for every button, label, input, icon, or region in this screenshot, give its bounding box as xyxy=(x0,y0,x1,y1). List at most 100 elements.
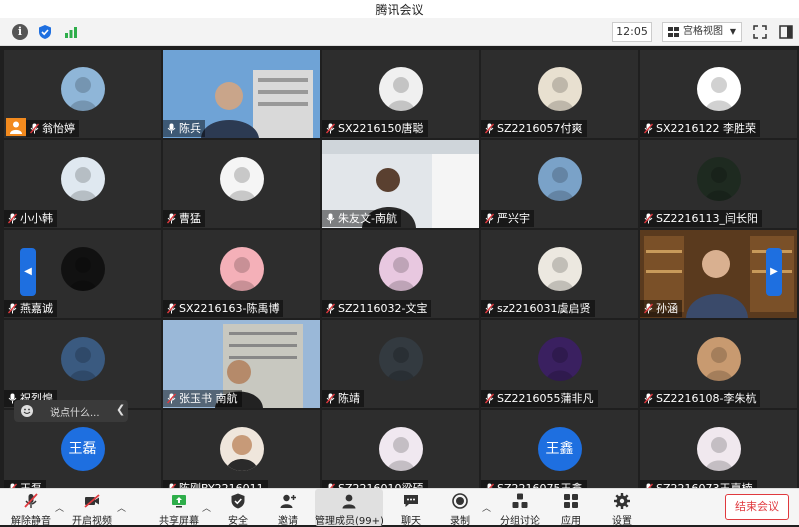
participant-avatar xyxy=(219,247,264,291)
participant-avatar xyxy=(696,157,741,201)
participant-avatar xyxy=(537,247,582,291)
participant-name: 陈兵 xyxy=(179,122,201,135)
mic-muted-icon xyxy=(485,123,494,134)
participant-avatar xyxy=(537,67,582,111)
breakout-rooms-button[interactable]: 分组讨论 xyxy=(498,489,542,527)
participant-tile[interactable]: SZ2216113_闫长阳 xyxy=(640,140,797,228)
members-icon xyxy=(342,494,356,509)
chevron-up-icon[interactable]: ︿ xyxy=(55,501,64,514)
invite-button[interactable]: 邀请 xyxy=(272,489,304,527)
participant-name-bar: SZ2216108-李朱杭 xyxy=(640,390,761,407)
participant-tile[interactable]: SZ2216010梁硕 xyxy=(322,410,479,498)
prev-page-button[interactable]: ◀ xyxy=(20,248,36,296)
mic-muted-icon xyxy=(167,393,176,404)
settings-button[interactable]: 设置 xyxy=(606,489,638,527)
unmute-button[interactable]: 解除静音 xyxy=(8,489,54,527)
chevron-down-icon: ▼ xyxy=(729,27,736,36)
participant-name: SZ2216108-李朱杭 xyxy=(656,392,757,405)
participant-name-bar: SZ2216057付爽 xyxy=(481,120,587,137)
participant-avatar xyxy=(696,67,741,111)
mic-muted-icon xyxy=(167,303,176,314)
sidebar-toggle-icon[interactable] xyxy=(778,24,794,40)
participant-tile[interactable]: SX2216163-陈禹博 xyxy=(163,230,320,318)
mic-muted-icon xyxy=(485,303,494,314)
participant-tile[interactable]: SZ2216073王嘉楠 xyxy=(640,410,797,498)
participant-name-bar: 曹猛 xyxy=(163,210,205,227)
participant-name-bar: SZ2216055蒲非凡 xyxy=(481,390,598,407)
participant-tile[interactable]: 严兴宇 xyxy=(481,140,638,228)
participant-tile[interactable]: SZ2216108-李朱杭 xyxy=(640,320,797,408)
participant-tile[interactable]: 翁怡婷 xyxy=(4,50,161,138)
mic-muted-icon xyxy=(24,493,38,508)
end-meeting-button[interactable]: 结束会议 xyxy=(725,494,789,520)
participant-avatar xyxy=(378,67,423,111)
participant-tile[interactable]: SZ2216057付爽 xyxy=(481,50,638,138)
chevron-left-icon[interactable]: ❮ xyxy=(116,403,125,416)
quick-chat-placeholder[interactable]: 说点什么... xyxy=(50,404,100,419)
participant-tile[interactable]: 陈兵 xyxy=(163,50,320,138)
participant-tile[interactable]: 王磊王磊 xyxy=(4,410,161,498)
window-title: 腾讯会议 xyxy=(375,3,424,17)
participant-name-bar: SX2216150唐聪 xyxy=(322,120,428,137)
chat-button[interactable]: 聊天 xyxy=(395,489,427,527)
participant-avatar xyxy=(378,427,423,471)
participant-name: SX2216163-陈禹博 xyxy=(179,302,280,315)
participant-name-bar: SZ2216113_闫长阳 xyxy=(640,210,763,227)
participant-avatar xyxy=(60,337,105,381)
mic-muted-icon xyxy=(485,393,494,404)
shield-icon[interactable] xyxy=(37,24,53,40)
smile-icon[interactable] xyxy=(20,404,34,418)
chevron-up-icon[interactable]: ︿ xyxy=(482,501,491,514)
participant-name-bar: 小小韩 xyxy=(4,210,57,227)
participant-tile[interactable]: SZ2216055蒲非凡 xyxy=(481,320,638,408)
manage-members-button[interactable]: 管理成员(99+) xyxy=(315,489,384,527)
participant-avatar xyxy=(537,157,582,201)
next-page-button[interactable]: ▶ xyxy=(766,248,782,296)
quick-chat-bar[interactable]: 说点什么... ❮ xyxy=(14,400,128,422)
record-button[interactable]: 录制 xyxy=(444,489,476,527)
participant-avatar xyxy=(378,247,423,291)
start-video-button[interactable]: 开启视频 xyxy=(68,489,116,527)
breakout-icon xyxy=(512,493,528,508)
mic-icon xyxy=(167,123,176,134)
participant-avatar: 王磊 xyxy=(60,427,105,471)
security-button[interactable]: 安全 xyxy=(222,489,254,527)
host-icon xyxy=(6,118,26,136)
participant-avatar xyxy=(219,427,264,471)
participant-name-bar: 严兴宇 xyxy=(481,210,534,227)
participant-tile[interactable]: SX2216122 李胜荣 xyxy=(640,50,797,138)
participant-tile[interactable]: 朱友文-南航 xyxy=(322,140,479,228)
participant-name: 陈靖 xyxy=(338,392,360,405)
participant-tile[interactable]: 小小韩 xyxy=(4,140,161,228)
grid-view-icon xyxy=(668,27,679,37)
view-mode-dropdown[interactable]: 宫格视图 ▼ xyxy=(662,22,742,42)
participant-tile[interactable]: 陈靖 xyxy=(322,320,479,408)
participant-name: SZ2216055蒲非凡 xyxy=(497,392,594,405)
participant-tile[interactable]: 陈刚BY2216011 xyxy=(163,410,320,498)
share-screen-icon xyxy=(172,495,186,508)
participant-tile[interactable]: sz2216031虞启贤 xyxy=(481,230,638,318)
title-bar: 腾讯会议 xyxy=(0,0,799,18)
participant-name: 严兴宇 xyxy=(497,212,530,225)
mic-muted-icon xyxy=(30,123,39,134)
bottom-control-bar: 解除静音 ︿ 开启视频 ︿ 共享屏幕 ︿ 安全 邀请 管理成员(99+) 聊天 … xyxy=(0,488,799,527)
participant-tile[interactable]: 祝烈煌 xyxy=(4,320,161,408)
participant-name: 翁怡婷 xyxy=(42,122,75,135)
participant-name: sz2216031虞启贤 xyxy=(497,302,591,315)
info-icon[interactable]: i xyxy=(12,24,28,40)
chevron-up-icon[interactable]: ︿ xyxy=(202,501,211,514)
network-signal-icon[interactable] xyxy=(63,24,79,40)
fullscreen-icon[interactable] xyxy=(752,24,768,40)
share-screen-button[interactable]: 共享屏幕 xyxy=(158,489,200,527)
participant-tile[interactable]: 曹猛 xyxy=(163,140,320,228)
participant-tile[interactable]: SX2216150唐聪 xyxy=(322,50,479,138)
participant-tile[interactable]: SZ2116032-文宝 xyxy=(322,230,479,318)
participant-tile[interactable]: 王鑫SZ2216075王鑫 xyxy=(481,410,638,498)
record-icon xyxy=(452,493,468,509)
participant-tile[interactable]: 张玉书 南航 xyxy=(163,320,320,408)
participant-name: SX2216150唐聪 xyxy=(338,122,424,135)
apps-button[interactable]: 应用 xyxy=(555,489,587,527)
chevron-up-icon[interactable]: ︿ xyxy=(117,501,126,514)
add-user-icon xyxy=(280,494,296,508)
participant-name-bar: 陈兵 xyxy=(163,120,205,137)
